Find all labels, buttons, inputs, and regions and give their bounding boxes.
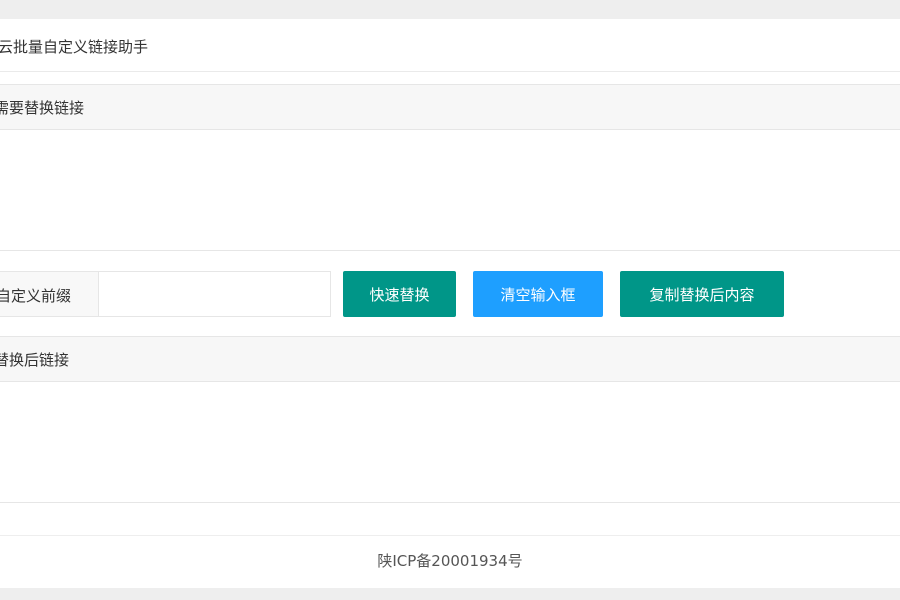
main-card: 云批量自定义链接助手 需要替换链接 自定义前缀 快速替换 清空输入框 复制替换后…: [0, 19, 900, 588]
prefix-label: 自定义前缀: [0, 287, 72, 305]
icp-footer[interactable]: 陕ICP备20001934号: [0, 550, 900, 571]
source-links-textarea[interactable]: [0, 130, 900, 251]
title-bar: 云批量自定义链接助手: [0, 19, 900, 72]
prefix-label-box: 自定义前缀: [0, 271, 99, 317]
result-section-label: 替换后链接: [0, 351, 70, 369]
copy-result-button[interactable]: 复制替换后内容: [620, 271, 784, 317]
footer-divider: [0, 535, 900, 536]
result-links-textarea[interactable]: [0, 382, 900, 503]
prefix-input[interactable]: [98, 271, 331, 317]
clear-input-button[interactable]: 清空输入框: [473, 271, 603, 317]
page-title: 云批量自定义链接助手: [0, 38, 149, 56]
source-section-header: 需要替换链接: [0, 84, 900, 130]
quick-replace-button[interactable]: 快速替换: [343, 271, 456, 317]
source-section-label: 需要替换链接: [0, 99, 85, 117]
result-section-header: 替换后链接: [0, 336, 900, 382]
